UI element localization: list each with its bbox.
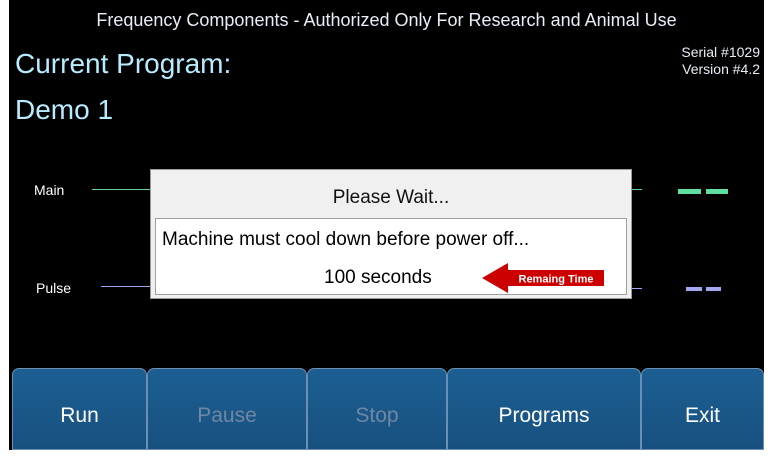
device-info: Serial #1029 Version #4.2 (681, 44, 760, 78)
header-title: Frequency Components - Authorized Only F… (96, 10, 677, 30)
pulse-channel-indicator-2 (706, 287, 721, 291)
cooldown-message: Machine must cool down before power off.… (162, 229, 530, 250)
button-bar: Run Pause Stop Programs Exit (9, 368, 764, 450)
pause-button[interactable]: Pause (147, 368, 307, 450)
dialog-message-box: Machine must cool down before power off.… (155, 218, 627, 295)
version-number: Version #4.2 (682, 61, 760, 77)
remaining-time-arrow-icon: Remaing Time (482, 263, 604, 293)
remaining-time-label: Remaing Time (519, 274, 594, 286)
pulse-channel-line-right (632, 288, 642, 289)
current-program-label: Current Program: (15, 48, 232, 79)
serial-number: Serial #1029 (681, 44, 760, 60)
pulse-channel-line (101, 286, 153, 287)
programs-button[interactable]: Programs (447, 368, 641, 450)
left-border (0, 0, 9, 458)
main-channel-indicator-1 (678, 189, 701, 194)
main-channel-indicator-2 (706, 189, 728, 194)
main-channel-line (92, 189, 152, 190)
main-channel-label: Main (34, 182, 65, 198)
main-channel-line-right (632, 189, 642, 190)
pulse-channel-indicator-1 (686, 287, 702, 291)
current-program-name: Demo 1 (15, 94, 114, 125)
stop-button[interactable]: Stop (307, 368, 447, 450)
exit-button[interactable]: Exit (641, 368, 764, 450)
pulse-channel-label: Pulse (36, 280, 72, 296)
please-wait-dialog: Please Wait... Machine must cool down be… (150, 169, 632, 299)
run-button[interactable]: Run (12, 368, 147, 450)
countdown-text: 100 seconds (324, 267, 432, 288)
right-border (764, 0, 770, 458)
bottom-border (0, 450, 770, 458)
device-screen: Frequency Components - Authorized Only F… (0, 0, 770, 458)
dialog-title: Please Wait... (332, 187, 450, 208)
